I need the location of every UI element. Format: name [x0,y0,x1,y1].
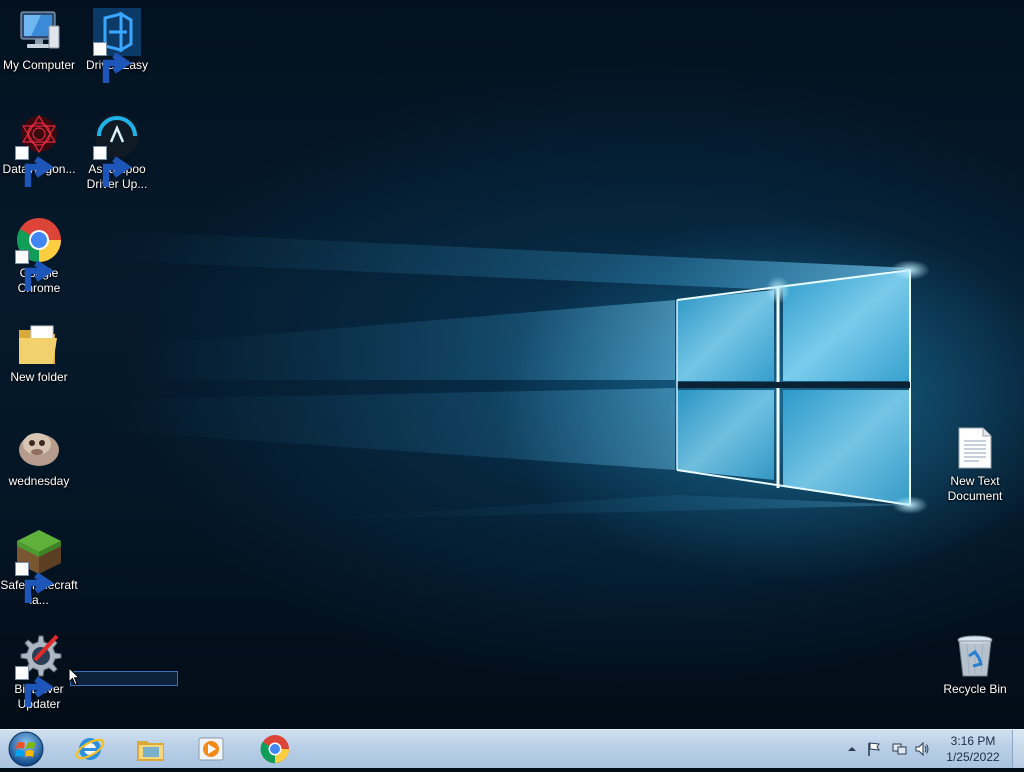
desktop-icon-label: wednesday [8,474,70,488]
desktop-icon-bit-driver-updater[interactable]: Bit Driver Updater [0,632,78,712]
taskbar-media-player[interactable] [183,732,239,766]
desktop-icon-label: New Text Document [947,474,1003,503]
action-center-flag-icon[interactable] [866,741,882,757]
rename-selection-box [70,671,178,686]
start-button[interactable] [6,731,46,767]
windows-logo-icon [8,731,44,767]
show-desktop-button[interactable] [1012,730,1024,768]
taskbar: 3:16 PM 1/25/2022 [0,729,1024,768]
desktop-icon-google-chrome[interactable]: Google Chrome [0,216,78,296]
chrome-icon [260,735,289,764]
ashampoo-icon [93,112,141,187]
clock-time: 3:16 PM [950,734,996,748]
computer-icon [15,8,63,56]
shortcut-arrow-icon [93,146,132,187]
taskbar-file-explorer[interactable] [123,732,179,766]
file-explorer-icon [137,741,164,761]
desktop-icon-new-text-document[interactable]: New Text Document [936,424,1014,504]
media-player-icon [198,737,224,761]
shortcut-arrow-icon [15,666,54,707]
network-icon[interactable] [891,741,907,757]
bit-driver-updater-icon [15,632,63,707]
taskbar-clock[interactable]: 3:16 PM 1/25/2022 [940,733,1006,765]
desktop-icon-new-folder[interactable]: New folder [0,320,78,385]
shortcut-arrow-icon [15,146,54,187]
desktop-icon-driver-easy[interactable]: Driver Easy [78,8,156,83]
chrome-icon [15,216,63,291]
shortcut-arrow-icon [93,42,132,83]
shortcut-arrow-icon [15,250,54,291]
clock-date: 1/25/2022 [946,750,1000,764]
desktop[interactable]: My Computer Driver Easy DataWagon... Ash… [0,0,1024,729]
desktop-icon-my-computer[interactable]: My Computer [0,8,78,73]
text-document-icon [951,424,999,472]
wallpaper [100,230,930,520]
desktop-icon-recycle-bin[interactable]: Recycle Bin [936,632,1014,697]
taskbar-internet-explorer[interactable] [62,732,118,766]
minecraft-icon [15,528,63,603]
mouse-cursor-icon [68,667,80,686]
datawagon-icon [15,112,63,187]
taskbar-google-chrome[interactable] [247,732,303,766]
recycle-bin-icon [951,632,999,680]
desktop-icon-label: Recycle Bin [943,682,1007,696]
volume-icon[interactable] [914,741,930,757]
desktop-icon-label: New folder [10,370,68,384]
desktop-icon-label: My Computer [2,58,76,72]
image-file-icon [15,424,63,472]
driver-easy-icon [93,8,141,83]
desktop-icon-ashampoo-driver-updater[interactable]: Ashampoo Driver Up... [78,112,156,192]
desktop-icon-datawagon[interactable]: DataWagon... [0,112,78,187]
desktop-icon-safe-minecraft[interactable]: Safe minecraft la... [0,528,78,608]
desktop-icon-wednesday[interactable]: wednesday [0,424,78,489]
folder-icon [15,320,63,368]
internet-explorer-icon [75,738,105,760]
shortcut-arrow-icon [15,562,54,603]
show-hidden-icons-icon[interactable] [844,741,860,757]
